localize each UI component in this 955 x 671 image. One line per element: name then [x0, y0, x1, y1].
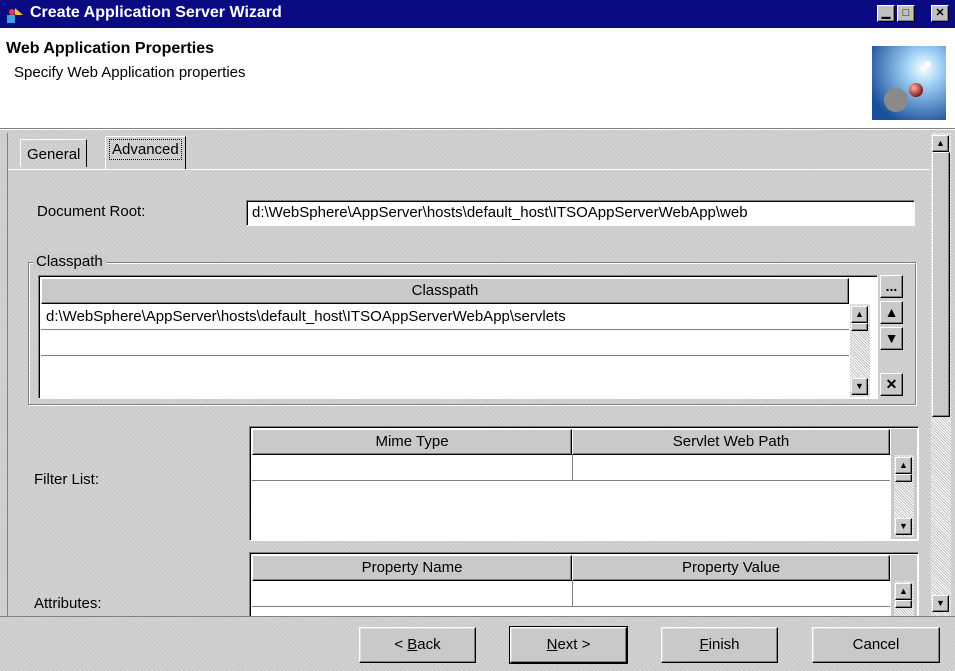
- document-root-label: Document Root:: [37, 203, 146, 220]
- minimize-button[interactable]: ▁: [877, 5, 895, 22]
- app-icon: [7, 8, 23, 23]
- scroll-up-icon[interactable]: ▲: [895, 457, 912, 474]
- button-mnemonic: F: [699, 636, 709, 653]
- classpath-row[interactable]: [41, 330, 849, 356]
- back-button[interactable]: < Back: [359, 627, 476, 663]
- classpath-group-label: Classpath: [33, 253, 106, 270]
- scroll-down-icon[interactable]: ▼: [932, 595, 949, 612]
- browse-button[interactable]: ...: [880, 275, 903, 298]
- window-title: Create Application Server Wizard: [30, 4, 282, 21]
- button-label: inish: [708, 636, 740, 653]
- table-row[interactable]: [252, 455, 890, 481]
- tab-advanced[interactable]: Advanced: [105, 136, 186, 170]
- classpath-row[interactable]: d:\WebSphere\AppServer\hosts\default_hos…: [41, 304, 849, 330]
- scroll-track[interactable]: ▲ ▼: [894, 455, 914, 537]
- wizard-window: Create Application Server Wizard ▁ □ ✕ W…: [0, 0, 955, 671]
- scroll-thumb[interactable]: [851, 323, 868, 331]
- page-scrollbar[interactable]: ▲ ▼: [931, 133, 951, 616]
- classpath-table: Classpath d:\WebSphere\AppServer\hosts\d…: [38, 275, 878, 399]
- table-row[interactable]: [252, 581, 890, 607]
- button-label: ack: [417, 636, 441, 653]
- button-label: <: [394, 636, 408, 653]
- button-mnemonic: B: [407, 636, 418, 653]
- mime-type-header[interactable]: Mime Type: [252, 429, 572, 455]
- move-down-button[interactable]: ▼: [880, 327, 903, 350]
- attributes-label: Attributes:: [34, 595, 102, 612]
- scroll-track[interactable]: ▲: [894, 581, 914, 616]
- filter-list-table: Mime Type Servlet Web Path ▲ ▼: [249, 426, 919, 541]
- cell-divider: [572, 455, 573, 481]
- header-divider: [0, 128, 955, 130]
- page-subtitle: Specify Web Application properties: [14, 64, 246, 81]
- globe-wizard-icon: [872, 46, 946, 120]
- button-label: ext >: [557, 636, 591, 653]
- cancel-button[interactable]: Cancel: [812, 627, 940, 663]
- finish-button[interactable]: Finish: [661, 627, 778, 663]
- page-title: Web Application Properties: [6, 40, 215, 57]
- scroll-down-icon[interactable]: ▼: [895, 518, 912, 535]
- tab-label: Advanced: [109, 139, 182, 160]
- button-mnemonic: N: [546, 636, 558, 653]
- advanced-panel: General Advanced Document Root: d:\WebSp…: [7, 133, 929, 616]
- maximize-button[interactable]: □: [897, 5, 915, 22]
- filter-list-scrollbar[interactable]: ▲ ▼: [891, 429, 917, 539]
- tab-strip-line: [8, 169, 929, 170]
- classpath-scrollbar[interactable]: ▲ ▼: [850, 304, 870, 397]
- document-root-field[interactable]: d:\WebSphere\AppServer\hosts\default_hos…: [246, 200, 915, 226]
- tab-label: General: [27, 146, 81, 163]
- scroll-up-icon[interactable]: ▲: [932, 135, 949, 152]
- close-button[interactable]: ✕: [931, 5, 949, 22]
- tab-general[interactable]: General: [20, 139, 88, 167]
- servlet-web-path-header[interactable]: Servlet Web Path: [572, 429, 890, 455]
- move-up-button[interactable]: ▲: [880, 301, 903, 324]
- classpath-column-header[interactable]: Classpath: [41, 278, 849, 304]
- page-scroll-thumb[interactable]: [932, 152, 950, 417]
- property-name-header[interactable]: Property Name: [252, 555, 572, 581]
- remove-button[interactable]: ✕: [880, 373, 903, 396]
- cell-divider: [572, 581, 573, 607]
- wizard-header: Web Application Properties Specify Web A…: [0, 28, 955, 128]
- scroll-up-icon[interactable]: ▲: [895, 583, 912, 600]
- scroll-thumb[interactable]: [895, 600, 912, 608]
- scroll-thumb[interactable]: [895, 474, 912, 482]
- filter-list-label: Filter List:: [34, 471, 100, 488]
- title-bar[interactable]: Create Application Server Wizard ▁ □ ✕: [0, 0, 955, 28]
- scroll-up-icon[interactable]: ▲: [851, 306, 868, 323]
- property-value-header[interactable]: Property Value: [572, 555, 890, 581]
- attributes-scrollbar[interactable]: ▲: [891, 555, 917, 616]
- button-bar: < Back Next > Finish Cancel: [0, 616, 955, 671]
- next-button[interactable]: Next >: [509, 626, 628, 664]
- attributes-table: Property Name Property Value ▲: [249, 552, 919, 616]
- scroll-down-icon[interactable]: ▼: [851, 378, 868, 395]
